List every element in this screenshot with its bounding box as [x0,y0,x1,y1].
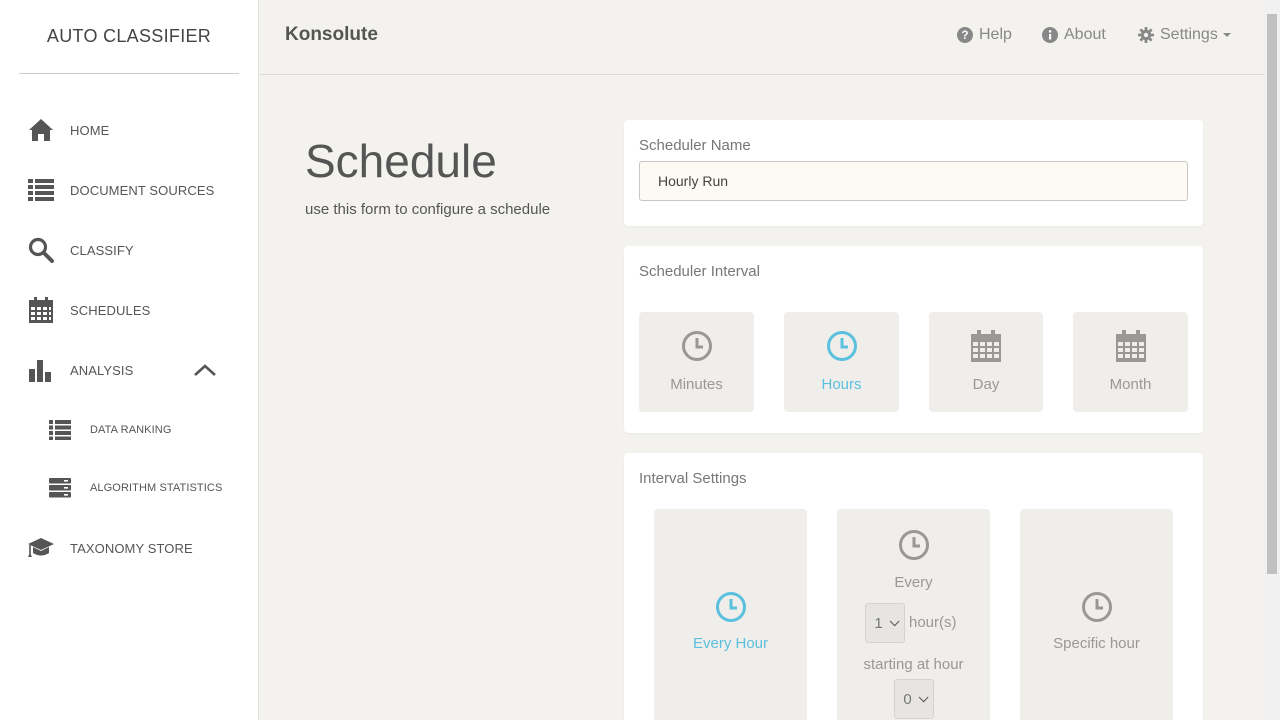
calendar-icon [929,330,1043,362]
hours-unit-label: hour(s) [909,614,957,631]
interval-option-label: Hours [821,376,862,393]
sidebar-item-schedules[interactable]: SCHEDULES [0,280,258,340]
setting-option-label: Every Hour [692,635,769,652]
interval-option-minutes[interactable]: Minutes [639,312,754,412]
question-circle-icon: ? [957,27,973,43]
settings-label: Settings [1160,26,1218,43]
interval-settings-label: Interval Settings [639,470,747,487]
interval-settings-card: Interval Settings Every Hour Every 1 hou… [624,453,1203,720]
start-hour-select[interactable]: 0 [894,679,934,719]
calendar-icon [1073,330,1188,362]
sidebar-item-document-sources[interactable]: DOCUMENT SOURCES [0,160,258,220]
starting-at-label: starting at hour [863,656,964,673]
setting-option-every-n-hours[interactable]: Every 1 hour(s) starting at hour 0 [837,509,990,720]
scheduler-name-label: Scheduler Name [639,137,751,154]
sidebar-item-home[interactable]: HOME [0,100,258,160]
hours-select-value: 1 [874,614,883,632]
sidebar-item-label: SCHEDULES [70,302,151,318]
scheduler-name-input[interactable] [639,161,1188,201]
clock-icon [837,529,990,561]
interval-option-hours[interactable]: Hours [784,312,899,412]
interval-option-day[interactable]: Day [929,312,1043,412]
interval-option-label: Day [972,376,1000,393]
about-link[interactable]: About [1042,26,1106,44]
sidebar-item-label: CLASSIFY [70,242,134,258]
clock-icon [639,330,754,362]
help-link[interactable]: ? Help [957,26,1012,44]
chevron-down-icon [889,615,900,626]
sidebar-item-algorithm-statistics[interactable]: ALGORITHM STATISTICS [0,458,258,518]
page-title: Schedule [305,135,497,187]
gear-icon [1138,27,1154,43]
interval-option-label: Month [1109,376,1152,393]
sidebar-item-data-ranking[interactable]: DATA RANKING [0,400,258,460]
home-icon [27,116,55,144]
hours-select[interactable]: 1 [865,603,905,643]
scheduler-name-card: Scheduler Name [624,120,1203,226]
chevron-down-icon [918,691,929,702]
svg-text:?: ? [961,30,968,42]
sidebar-item-label: DOCUMENT SOURCES [70,182,215,198]
page-scrollbar[interactable] [1264,0,1280,720]
scrollbar-thumb[interactable] [1267,14,1277,574]
sidebar: AUTO CLASSIFIER HOME DOCUMENT SOURCES CL… [0,0,259,720]
search-icon [27,236,55,264]
sidebar-item-classify[interactable]: CLASSIFY [0,220,258,280]
start-hour-select-value: 0 [903,690,912,708]
app-name[interactable]: Konsolute [285,24,378,46]
interval-option-label: Minutes [670,376,723,393]
calendar-icon [27,296,55,324]
info-circle-icon [1042,27,1058,43]
clock-icon [654,591,807,623]
setting-option-label: Specific hour [1053,635,1140,652]
brand-title: AUTO CLASSIFIER [19,0,239,74]
bar-chart-icon [27,356,55,384]
page-subtitle: use this form to configure a schedule [305,201,551,218]
settings-dropdown[interactable]: Settings [1138,26,1231,44]
sidebar-item-label: TAXONOMY STORE [70,540,193,556]
caret-down-icon [1222,33,1231,37]
scheduler-interval-card: Scheduler Interval Minutes Hours Day Mon… [624,246,1203,433]
sidebar-item-analysis[interactable]: ANALYSIS [0,340,258,400]
help-label: Help [979,26,1012,43]
clock-icon [784,330,899,362]
sidebar-item-label: HOME [70,122,110,138]
list-icon [49,419,71,441]
graduation-cap-icon [27,534,55,562]
chevron-up-icon[interactable] [192,357,218,383]
sidebar-item-label: ANALYSIS [70,362,134,378]
every-label: Every [894,574,933,591]
server-icon [49,477,71,499]
about-label: About [1064,26,1106,43]
sidebar-item-label: ALGORITHM STATISTICS [90,482,223,494]
setting-option-specific-hour[interactable]: Specific hour [1020,509,1173,720]
list-icon [27,176,55,204]
clock-icon [1020,591,1173,623]
interval-option-month[interactable]: Month [1073,312,1188,412]
sidebar-item-label: DATA RANKING [90,424,172,436]
scheduler-interval-label: Scheduler Interval [639,263,760,280]
sidebar-item-taxonomy-store[interactable]: TAXONOMY STORE [0,518,258,578]
top-navbar: Konsolute ? Help About Settings [260,0,1264,75]
setting-option-every-hour[interactable]: Every Hour [654,509,807,720]
